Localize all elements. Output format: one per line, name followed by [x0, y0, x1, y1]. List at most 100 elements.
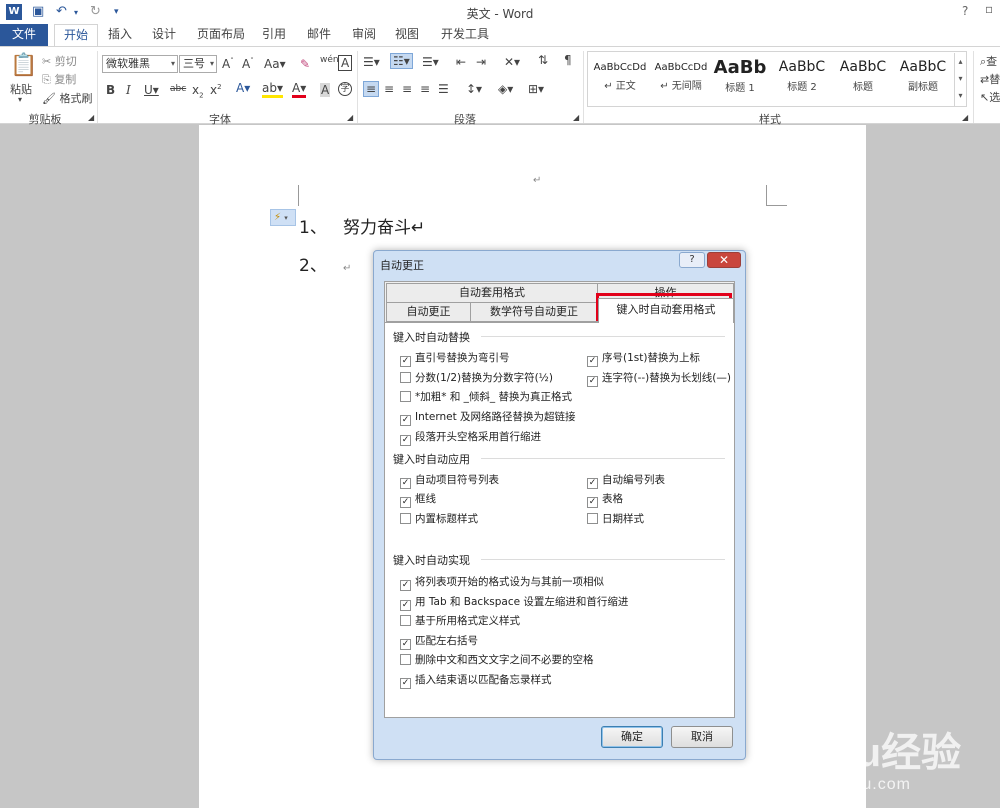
tab-review[interactable]: 审阅 — [348, 24, 380, 46]
tab-insert[interactable]: 插入 — [104, 24, 136, 46]
increase-indent-icon[interactable]: ⇥ — [476, 55, 486, 69]
grow-font-icon[interactable]: A˄ — [222, 57, 234, 71]
character-shading-icon[interactable]: A — [320, 83, 331, 97]
tab-autoformat-as-you-type[interactable]: 键入时自动套用格式 — [598, 298, 734, 323]
checkbox-match-parentheses[interactable]: ✓ 匹配左右括号 — [400, 633, 478, 650]
tab-home[interactable]: 开始 — [54, 24, 98, 46]
numbering-icon[interactable]: ☷▾ — [390, 53, 413, 69]
dialog-help-button[interactable]: ? — [679, 252, 705, 268]
paragraph-launcher-icon[interactable]: ◢ — [573, 113, 579, 122]
tab-developer[interactable]: 开发工具 — [437, 24, 493, 46]
replace-icon: ⇄ — [980, 73, 990, 86]
text-effects-icon[interactable]: A▾ — [236, 81, 250, 95]
font-color-icon[interactable]: A▾ — [292, 81, 307, 98]
shading-icon[interactable]: ◈▾ — [498, 82, 513, 96]
styles-launcher-icon[interactable]: ◢ — [962, 113, 968, 122]
style-title[interactable]: AaBbC 标题 — [833, 54, 893, 104]
style-subtitle[interactable]: AaBbC 副标题 — [893, 54, 953, 104]
checkbox-bold-italic[interactable]: *加粗* 和 _倾斜_ 替换为真正格式 — [400, 389, 572, 404]
tab-layout[interactable]: 页面布局 — [193, 24, 249, 46]
autocorrect-options-button[interactable]: ⚡ ▾ — [270, 209, 296, 226]
sort-icon[interactable]: ⇅ — [538, 53, 548, 67]
ok-button[interactable]: 确定 — [601, 726, 663, 748]
checkbox-ordinals[interactable]: ✓ 序号(1st)替换为上标 — [587, 350, 700, 367]
font-launcher-icon[interactable]: ◢ — [347, 113, 353, 122]
tab-autocorrect[interactable]: 自动更正 — [386, 302, 471, 322]
copy-button[interactable]: ⎘ 复制 — [42, 71, 76, 87]
change-case-icon[interactable]: Aa▾ — [264, 57, 286, 71]
copy-label: 复制 — [54, 73, 77, 86]
font-size-combo[interactable]: 三号 ▾ — [179, 55, 217, 73]
phonetic-guide-icon[interactable]: wén — [320, 55, 339, 65]
clipboard-launcher-icon[interactable]: ◢ — [88, 113, 94, 122]
shrink-font-icon[interactable]: A˅ — [242, 57, 254, 71]
checkbox-tables[interactable]: ✓ 表格 — [587, 491, 623, 508]
line-spacing-icon[interactable]: ↕▾ — [466, 82, 482, 96]
checkbox-list-format[interactable]: ✓ 将列表项开始的格式设为与其前一项相似 — [400, 574, 604, 591]
underline-icon[interactable]: U▾ — [144, 83, 159, 97]
checkbox-tab-indent[interactable]: ✓ 用 Tab 和 Backspace 设置左缩进和首行缩进 — [400, 594, 628, 611]
enclose-character-icon[interactable]: 字 — [338, 82, 352, 96]
chinese-layout-icon[interactable]: ✕▾ — [504, 55, 520, 69]
clear-formatting-icon[interactable]: ✎ — [300, 57, 310, 71]
checkbox-define-styles[interactable]: 基于所用格式定义样式 — [400, 613, 520, 628]
character-border-icon[interactable]: A — [338, 55, 353, 71]
italic-icon[interactable]: I — [126, 83, 131, 97]
tab-mailings[interactable]: 邮件 — [303, 24, 335, 46]
tab-math-autocorrect[interactable]: 数学符号自动更正 — [470, 302, 598, 322]
bold-icon[interactable]: B — [106, 83, 115, 97]
decrease-indent-icon[interactable]: ⇤ — [456, 55, 466, 69]
superscript-icon[interactable]: x2 — [210, 83, 222, 97]
show-formatting-marks-icon[interactable]: ¶ — [564, 53, 572, 67]
list-item[interactable]: 1、 努力奋斗↵ — [299, 213, 425, 238]
checkbox-border-lines[interactable]: ✓ 框线 — [400, 491, 436, 508]
select-button[interactable]: ↖选 — [980, 89, 1000, 105]
paste-dropdown-icon[interactable]: ▾ — [18, 95, 22, 104]
style-normal[interactable]: AaBbCcDd ↵ 正文 — [590, 54, 650, 104]
format-painter-button[interactable]: 🖌 格式刷 — [42, 90, 92, 106]
copy-icon: ⎘ — [42, 73, 51, 86]
help-button[interactable]: ? — [962, 4, 968, 18]
checkbox-remove-spaces[interactable]: 删除中文和西文文字之间不必要的空格 — [400, 652, 594, 667]
tab-references[interactable]: 引用 — [258, 24, 290, 46]
align-right-icon[interactable]: ≡ — [402, 82, 412, 96]
style-no-spacing[interactable]: AaBbCcDd ↵ 无间隔 — [651, 54, 711, 104]
style-heading-1[interactable]: AaBb 标题 1 — [712, 54, 768, 104]
tab-autoformat[interactable]: 自动套用格式 — [386, 283, 598, 303]
checkbox-date-styles[interactable]: 日期样式 — [587, 511, 644, 526]
find-button[interactable]: ⌕查 — [980, 53, 997, 69]
checkbox-closings[interactable]: ✓ 插入结束语以匹配备忘录样式 — [400, 672, 552, 689]
font-name-combo[interactable]: 微软雅黑 ▾ — [102, 55, 178, 73]
subscript-icon[interactable]: x2 — [192, 83, 204, 99]
paste-icon[interactable]: 📋 — [10, 53, 37, 78]
list-item[interactable]: 2、 ↵ — [299, 251, 351, 276]
checkbox-hyphens-dashes[interactable]: ✓ 连字符(--)替换为长划线(—) — [587, 370, 731, 387]
checkbox-auto-bullets[interactable]: ✓ 自动项目符号列表 — [400, 472, 499, 489]
checkbox-smart-quotes[interactable]: ✓ 直引号替换为弯引号 — [400, 350, 510, 367]
align-left-icon[interactable]: ≡ — [363, 81, 380, 97]
style-heading-2[interactable]: AaBbC 标题 2 — [772, 54, 832, 104]
tab-view[interactable]: 视图 — [391, 24, 423, 46]
tab-file[interactable]: 文件 — [0, 24, 48, 46]
checkbox-auto-numbering[interactable]: ✓ 自动编号列表 — [587, 472, 665, 489]
borders-icon[interactable]: ⊞▾ — [528, 82, 544, 96]
checkbox-fractions[interactable]: 分数(1/2)替换为分数字符(½) — [400, 370, 553, 385]
chevron-down-icon: ▾ — [284, 214, 288, 222]
close-button[interactable]: ✕ — [707, 252, 741, 268]
checkbox-hyperlinks[interactable]: ✓ Internet 及网络路径替换为超链接 — [400, 409, 576, 426]
strikethrough-icon[interactable]: abc — [170, 84, 186, 94]
highlight-icon[interactable]: ab▾ — [262, 81, 283, 98]
cut-button[interactable]: ✂ 剪切 — [42, 53, 77, 69]
cancel-button[interactable]: 取消 — [671, 726, 733, 748]
justify-icon[interactable]: ≡ — [420, 82, 430, 96]
window-control-icon[interactable]: ▫ — [985, 2, 993, 16]
styles-scroll[interactable]: ▴ ▾ ▾ — [954, 53, 966, 107]
checkbox-first-line-indent[interactable]: ✓ 段落开头空格采用首行缩进 — [400, 429, 541, 446]
tab-design[interactable]: 设计 — [148, 24, 180, 46]
checkbox-heading-styles[interactable]: 内置标题样式 — [400, 511, 478, 526]
bullets-icon[interactable]: ☰▾ — [363, 55, 380, 69]
multilevel-list-icon[interactable]: ☰▾ — [422, 55, 439, 69]
align-center-icon[interactable]: ≡ — [384, 82, 394, 96]
replace-button[interactable]: ⇄替 — [980, 71, 1000, 87]
distributed-icon[interactable]: ☰ — [438, 82, 449, 96]
